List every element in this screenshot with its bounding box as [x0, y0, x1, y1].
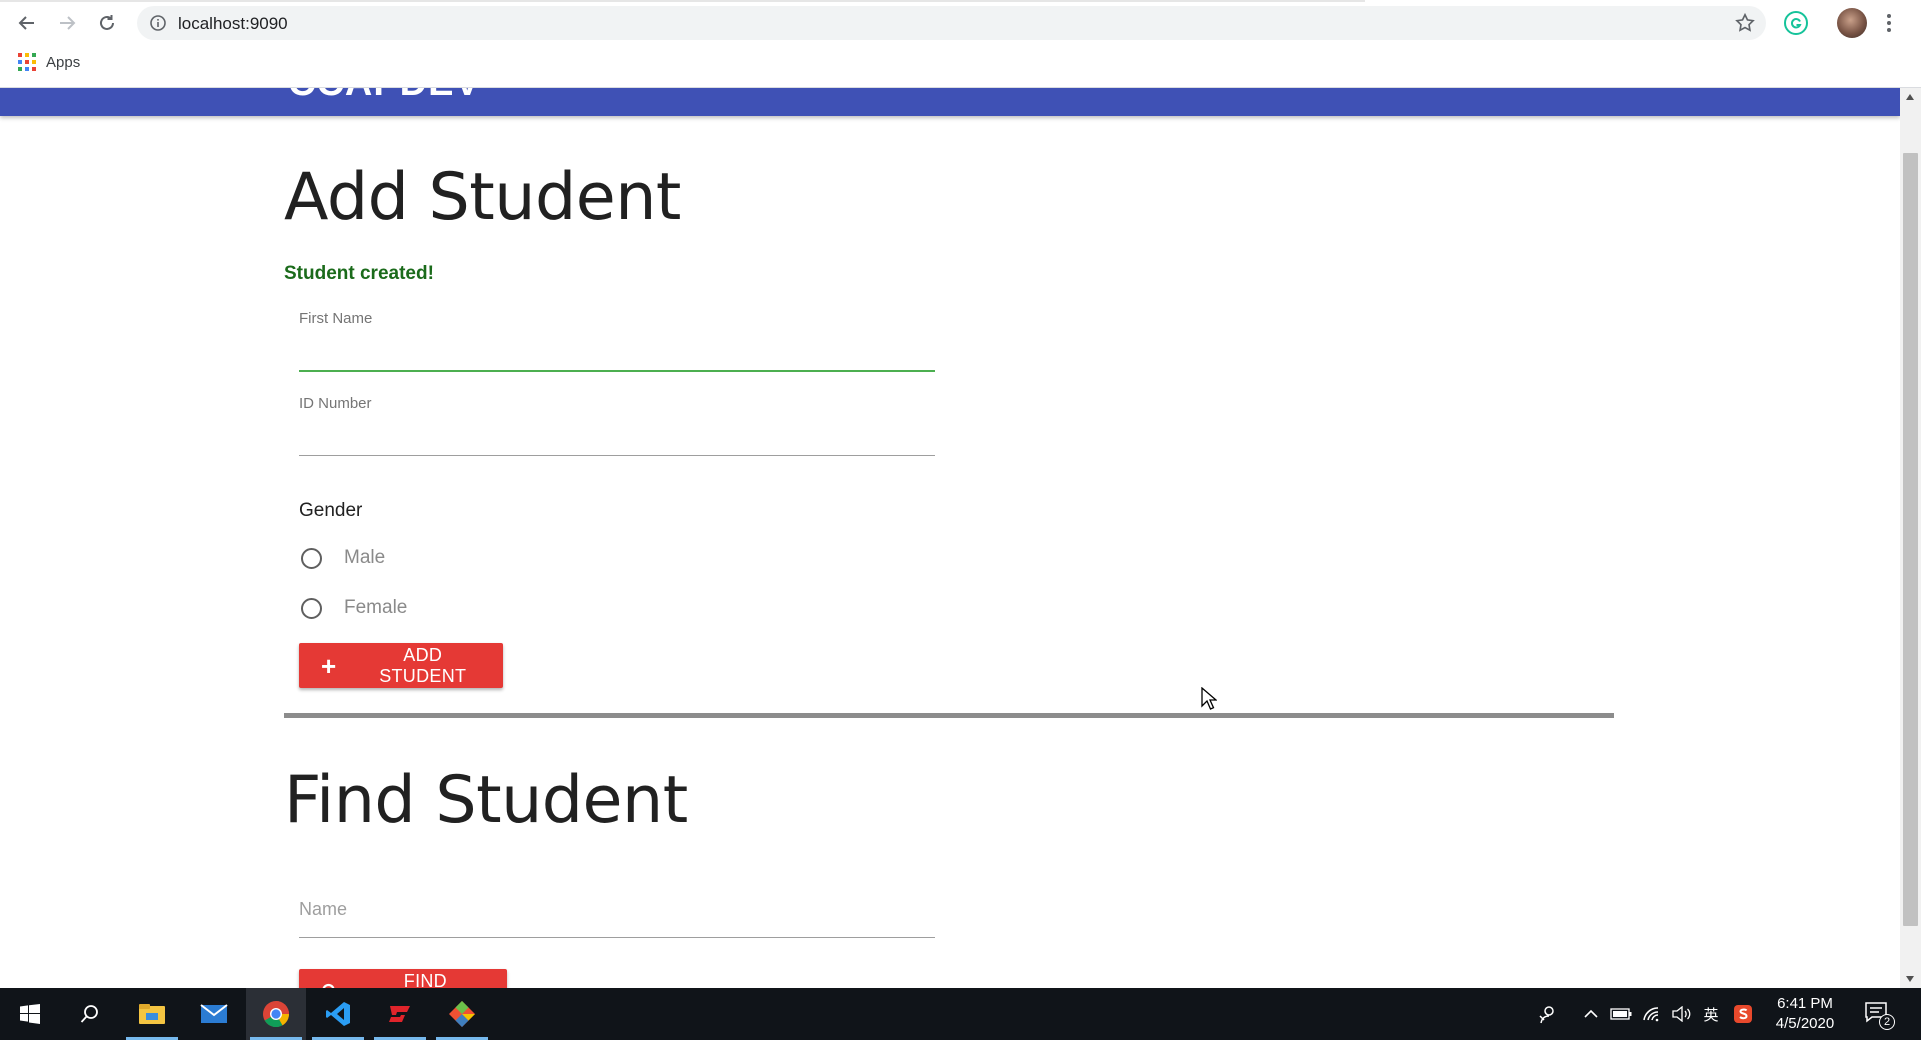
- clock-time: 6:41 PM: [1777, 995, 1833, 1012]
- windows-taskbar: 英 6:41 PM 4/5/2020 2: [0, 988, 1921, 1040]
- windows-start-icon: [20, 1004, 40, 1024]
- browser-menu-icon[interactable]: [1884, 11, 1894, 35]
- info-icon[interactable]: [149, 14, 167, 32]
- find-student-button-label: FIND STUDENT: [403, 970, 447, 989]
- app-header: CCAPDEV: [0, 88, 1900, 116]
- apps-grid-icon[interactable]: [18, 53, 36, 71]
- tray-volume[interactable]: [1668, 988, 1694, 1040]
- tray-overflow[interactable]: [1580, 988, 1602, 1040]
- page-load-bar: [0, 0, 1365, 2]
- start-button[interactable]: [0, 988, 60, 1040]
- taskbar-garena[interactable]: [370, 988, 430, 1040]
- chrome-icon: [263, 1001, 290, 1028]
- search-name-input[interactable]: [299, 894, 935, 924]
- url-text[interactable]: localhost:9090: [178, 14, 288, 34]
- radio-female[interactable]: Female: [301, 597, 407, 619]
- id-number-underline: [299, 455, 935, 456]
- first-name-input[interactable]: [299, 335, 935, 365]
- address-bar[interactable]: localhost:9090: [137, 6, 1766, 40]
- wifi-icon: [1643, 1007, 1659, 1022]
- radio-male-label[interactable]: Male: [344, 547, 385, 569]
- chevron-up-icon: [1584, 1009, 1598, 1018]
- taskbar-clock[interactable]: 6:41 PM 4/5/2020: [1760, 994, 1850, 1034]
- vscode-icon: [326, 1002, 350, 1026]
- notification-count-badge: 2: [1879, 1014, 1895, 1030]
- volume-icon: [1672, 1006, 1691, 1022]
- browser-toolbar: localhost:9090 Apps: [0, 0, 1921, 88]
- id-number-input[interactable]: [299, 420, 935, 450]
- radio-female-circle[interactable]: [301, 597, 322, 619]
- add-student-button[interactable]: + ADD STUDENT: [299, 643, 503, 688]
- status-message: Student created!: [284, 263, 434, 284]
- radio-female-label[interactable]: Female: [344, 597, 407, 619]
- page-scrollbar[interactable]: [1900, 88, 1921, 988]
- taskbar-mail[interactable]: [184, 988, 244, 1040]
- first-name-underline: [299, 370, 935, 372]
- sogou-input-icon: [1734, 1005, 1752, 1023]
- clock-date: 4/5/2020: [1775, 1015, 1835, 1032]
- people-icon: [1539, 1006, 1554, 1024]
- git-icon: [449, 1001, 475, 1027]
- taskbar-vscode[interactable]: [308, 988, 368, 1040]
- search-name-underline: [299, 937, 935, 938]
- page-viewport: CCAPDEV Add Student Student created! Fir…: [0, 88, 1900, 988]
- mail-icon: [200, 1004, 228, 1023]
- mouse-cursor-icon: [1201, 687, 1217, 710]
- scroll-thumb[interactable]: [1903, 153, 1918, 926]
- plus-icon: +: [321, 650, 337, 681]
- taskbar-git[interactable]: [432, 988, 492, 1040]
- find-student-button[interactable]: FIND STUDENT: [299, 969, 507, 988]
- scroll-up-arrow-icon[interactable]: [1906, 94, 1914, 100]
- battery-icon: [1610, 1008, 1632, 1020]
- scroll-down-arrow-icon[interactable]: [1906, 976, 1914, 982]
- taskbar-file-explorer[interactable]: [122, 988, 182, 1040]
- forward-button[interactable]: [52, 8, 82, 38]
- bookmarks-bar: Apps: [18, 53, 80, 71]
- back-arrow-icon: [18, 16, 34, 30]
- tray-sogou[interactable]: [1730, 988, 1756, 1040]
- apps-bookmark-link[interactable]: Apps: [46, 54, 80, 71]
- reload-icon: [100, 15, 114, 30]
- first-name-label: First Name: [299, 310, 373, 327]
- bookmark-star-icon[interactable]: [1734, 12, 1756, 34]
- file-explorer-icon: [139, 1004, 165, 1024]
- taskbar-chrome[interactable]: [246, 988, 306, 1040]
- radio-male-circle[interactable]: [301, 547, 322, 569]
- profile-avatar[interactable]: [1837, 8, 1867, 38]
- reload-button[interactable]: [92, 8, 122, 38]
- gender-label: Gender: [299, 500, 363, 521]
- garena-icon: [389, 1006, 410, 1022]
- id-number-label: ID Number: [299, 395, 372, 412]
- tray-ime[interactable]: 英: [1698, 988, 1724, 1040]
- tray-battery[interactable]: [1608, 988, 1634, 1040]
- find-student-title: Find Student: [284, 763, 688, 838]
- back-button[interactable]: [12, 8, 42, 38]
- forward-arrow-icon: [60, 16, 76, 30]
- taskbar-search-button[interactable]: [60, 988, 120, 1040]
- app-brand[interactable]: CCAPDEV: [288, 88, 481, 105]
- add-student-title: Add Student: [284, 160, 681, 235]
- grammarly-g-icon: [1791, 18, 1802, 29]
- section-divider: [284, 713, 1614, 718]
- tray-people[interactable]: [1530, 988, 1564, 1040]
- search-icon: [80, 1005, 98, 1023]
- add-student-button-label: ADD STUDENT: [379, 644, 467, 686]
- grammarly-extension-icon[interactable]: [1784, 11, 1808, 35]
- radio-male[interactable]: Male: [301, 547, 385, 569]
- tray-wifi[interactable]: [1638, 988, 1666, 1040]
